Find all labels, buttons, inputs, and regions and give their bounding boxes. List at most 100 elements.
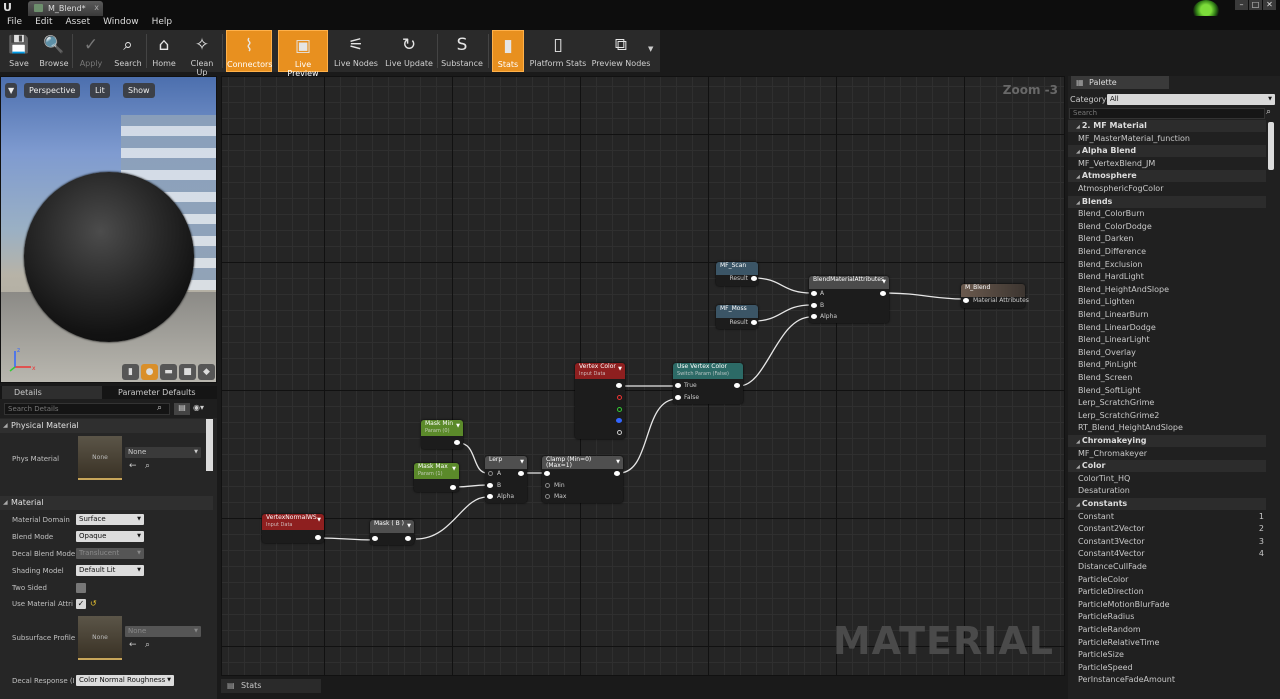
search-button[interactable]: ⌕ Search [112,30,144,72]
palette-item[interactable]: Blend_LinearBurn [1068,309,1266,321]
live-preview-button[interactable]: ▣ Live Preview [278,30,328,78]
palette-item[interactable]: Blend_Difference [1068,246,1266,258]
maximize-button[interactable]: □ [1249,0,1262,10]
phys-material-dropdown[interactable]: None [125,447,201,458]
document-tab[interactable]: M_Blend* x [28,1,103,16]
palette-item[interactable]: Blend_HeightAndSlope [1068,284,1266,296]
palette-item[interactable]: MF_MasterMaterial_function [1068,133,1266,145]
palette-category[interactable]: Atmosphere [1068,170,1266,183]
palette-category[interactable]: Color [1068,460,1266,473]
palette-category[interactable]: Blends [1068,195,1266,208]
palette-item[interactable]: Constant4Vector 4 [1068,548,1266,560]
connectors-button[interactable]: ⌇ Connectors [226,30,272,72]
output-pin[interactable] [315,535,321,540]
palette-item[interactable]: Blend_LinearLight [1068,334,1266,346]
palette-category[interactable]: Constants [1068,498,1266,510]
output-pin-r[interactable] [617,395,622,400]
input-pin-true[interactable] [675,383,681,388]
palette-item[interactable]: Blend_SoftLight [1068,385,1266,397]
output-pin[interactable] [751,276,757,281]
plane-icon[interactable]: ▬ [160,364,177,380]
shading-model-dropdown[interactable]: Default Lit [76,565,144,576]
output-pin[interactable] [518,471,524,476]
save-button[interactable]: 💾 Save [5,30,33,72]
palette-item[interactable]: Blend_HardLight [1068,271,1266,283]
use-material-attributes-checkbox[interactable]: ✓ [76,599,86,609]
palette-item[interactable]: Blend_Darken [1068,233,1266,245]
palette-category[interactable]: Alpha Blend [1068,145,1266,158]
palette-item[interactable]: Blend_ColorDodge [1068,221,1266,233]
platform-stats-button[interactable]: ▯ Platform Stats [528,30,588,72]
output-pin[interactable] [405,536,411,541]
input-pin-material-attributes[interactable] [963,298,969,303]
stats-button[interactable]: ▮ Stats [492,30,524,72]
use-selected-arrow-icon[interactable]: ← [129,461,137,471]
section-material[interactable]: Material [0,496,213,510]
palette-item[interactable]: ParticleRelativeTime [1068,637,1266,649]
browse-asset-icon[interactable]: ⌕ [145,461,150,471]
tab-parameter-defaults[interactable]: Parameter Defaults [106,386,201,399]
palette-item[interactable]: Desaturation [1068,485,1266,497]
node-vertex-normal-ws[interactable]: VertexNormalWS ▼ Input Data [262,514,324,543]
node-mask-b[interactable]: Mask ( B ) ▼ [370,520,414,545]
palette-item[interactable]: Blend_Exclusion [1068,259,1266,271]
menu-file[interactable]: File [7,16,22,30]
viewport-menu-button[interactable]: ▼ [5,83,18,98]
palette-item[interactable]: Lerp_ScratchGrime [1068,397,1266,409]
output-pin[interactable] [450,485,456,490]
tab-stats[interactable]: ▤ Stats [221,679,321,693]
decal-response-dropdown[interactable]: Color Normal Roughness [76,675,174,686]
palette-item[interactable]: MF_Chromakeyer [1068,448,1266,460]
palette-item[interactable]: PerInstanceFadeAmount [1068,674,1266,686]
browse-button[interactable]: 🔍 Browse [38,30,70,72]
output-pin[interactable] [880,291,886,296]
collapse-chevron-icon[interactable]: ▼ [882,279,886,285]
input-pin-a[interactable] [811,291,817,296]
details-search-input[interactable]: Search Details [4,403,170,415]
cylinder-icon[interactable]: ▮ [122,364,139,380]
node-lerp[interactable]: Lerp ▼ A B Alpha [485,456,527,503]
palette-item[interactable]: ParticleDirection [1068,586,1266,598]
menu-window[interactable]: Window [103,16,139,30]
view-options-icon[interactable]: ▤ [174,403,190,415]
node-mf-scan[interactable]: MF_Scan Result [716,262,758,286]
node-use-vertex-color-switch[interactable]: Use Vertex Color Switch Param (False) Tru… [673,363,743,404]
clean-up-button[interactable]: ✧ Clean Up [184,30,220,77]
palette-item[interactable]: Blend_PinLight [1068,359,1266,371]
input-pin-false[interactable] [675,395,681,400]
palette-item[interactable]: MF_VertexBlend_JM [1068,158,1266,170]
node-mf-moss[interactable]: MF_Moss Result [716,305,758,329]
palette-item[interactable]: ColorTint_HQ [1068,473,1266,485]
palette-item[interactable]: ParticleSize [1068,649,1266,661]
perspective-button[interactable]: Perspective [24,83,81,98]
input-pin-b[interactable] [487,483,493,488]
node-clamp[interactable]: Clamp (Min=0) (Max=1) ▼ Min Max [542,456,623,503]
details-scrollbar[interactable] [206,419,213,471]
section-physical-material[interactable]: Physical Material [0,419,213,433]
substance-button[interactable]: S Substance [439,30,485,72]
input-pin[interactable] [544,471,550,476]
menu-help[interactable]: Help [152,16,173,30]
node-mask-min[interactable]: Mask Min ▼ Param (0) [421,420,463,449]
input-pin-b[interactable] [811,303,817,308]
material-graph-canvas[interactable]: Zoom -3 MATERIAL MF_Scan Result MF_Moss … [221,76,1065,676]
node-mask-max[interactable]: Mask Max ▼ Param (1) [414,463,459,492]
live-nodes-button[interactable]: ⚟ Live Nodes [333,30,379,72]
palette-item[interactable]: Blend_Screen [1068,372,1266,384]
palette-item[interactable]: Blend_Lighten [1068,296,1266,308]
sphere-icon[interactable]: ● [141,364,158,380]
palette-item[interactable]: Blend_ColorBurn [1068,208,1266,220]
palette-item[interactable]: ParticleRandom [1068,624,1266,636]
tab-details[interactable]: Details [2,386,102,399]
output-pin[interactable] [454,440,460,445]
palette-item[interactable]: Blend_LinearDodge [1068,322,1266,334]
tab-palette[interactable]: ▦ Palette [1071,76,1169,89]
home-button[interactable]: ⌂ Home [150,30,178,72]
palette-item[interactable]: DistanceCullFade [1068,561,1266,573]
palette-item[interactable]: Constant 1 [1068,511,1266,523]
input-pin-alpha[interactable] [811,314,817,319]
palette-item[interactable]: AtmosphericFogColor [1068,183,1266,195]
show-button[interactable]: Show [123,83,155,98]
collapse-chevron-icon[interactable]: ▼ [407,523,411,529]
use-selected-arrow-icon[interactable]: ← [129,640,137,650]
